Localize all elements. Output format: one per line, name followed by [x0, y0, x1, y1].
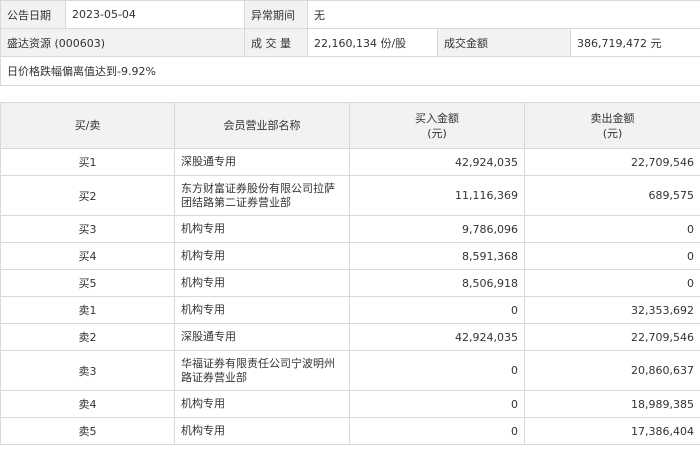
table-row: 买4 机构专用 8,591,368 0	[0, 242, 700, 270]
info-row-stock: 盛达资源 (000603) 成 交 量 22,160,134 份/股 成交金额 …	[0, 28, 700, 57]
row-buy-amount: 0	[349, 350, 525, 391]
row-sell-amount: 0	[524, 242, 700, 270]
row-dept: 东方财富证券股份有限公司拉萨团结路第二证券营业部	[174, 175, 350, 216]
row-dept: 机构专用	[174, 296, 350, 324]
row-sell-amount: 20,860,637	[524, 350, 700, 391]
header-dept: 会员营业部名称	[174, 102, 350, 149]
row-sell-amount: 0	[524, 215, 700, 243]
header-sell-unit: (元)	[602, 126, 623, 140]
row-dept: 机构专用	[174, 390, 350, 418]
header-buy: 买入金额 (元)	[349, 102, 525, 149]
date-value: 2023-05-04	[65, 0, 245, 29]
date-label: 公告日期	[0, 0, 66, 29]
row-dept: 机构专用	[174, 215, 350, 243]
row-sell-amount: 17,386,404	[524, 417, 700, 445]
row-side: 买1	[0, 148, 175, 176]
row-sell-amount: 22,709,546	[524, 323, 700, 351]
row-buy-amount: 8,506,918	[349, 269, 525, 297]
announcement-info-table: 公告日期 2023-05-04 异常期间 无 盛达资源 (000603) 成 交…	[0, 0, 700, 86]
row-dept: 深股通专用	[174, 323, 350, 351]
table-row: 买5 机构专用 8,506,918 0	[0, 269, 700, 297]
reason-text: 日价格跌幅偏离值达到-9.92%	[0, 56, 700, 86]
row-sell-amount: 0	[524, 269, 700, 297]
row-buy-amount: 9,786,096	[349, 215, 525, 243]
table-row: 卖2 深股通专用 42,924,035 22,709,546	[0, 323, 700, 351]
volume-value: 22,160,134 份/股	[307, 28, 438, 57]
row-side: 买4	[0, 242, 175, 270]
row-side: 卖2	[0, 323, 175, 351]
row-sell-amount: 18,989,385	[524, 390, 700, 418]
row-dept: 华福证券有限责任公司宁波明州路证券营业部	[174, 350, 350, 391]
row-side: 买2	[0, 175, 175, 216]
row-buy-amount: 0	[349, 296, 525, 324]
row-sell-amount: 32,353,692	[524, 296, 700, 324]
table-row: 买2 东方财富证券股份有限公司拉萨团结路第二证券营业部 11,116,369 6…	[0, 175, 700, 216]
row-side: 卖4	[0, 390, 175, 418]
row-buy-amount: 0	[349, 417, 525, 445]
row-side: 卖5	[0, 417, 175, 445]
row-buy-amount: 42,924,035	[349, 148, 525, 176]
row-side: 卖3	[0, 350, 175, 391]
amount-value: 386,719,472 元	[570, 28, 700, 57]
header-buy-unit: (元)	[427, 126, 447, 140]
row-dept: 机构专用	[174, 242, 350, 270]
row-side: 卖1	[0, 296, 175, 324]
row-sell-amount: 689,575	[524, 175, 700, 216]
row-sell-amount: 22,709,546	[524, 148, 700, 176]
table-row: 买3 机构专用 9,786,096 0	[0, 215, 700, 243]
row-buy-amount: 11,116,369	[349, 175, 525, 216]
row-dept: 机构专用	[174, 269, 350, 297]
table-row: 卖4 机构专用 0 18,989,385	[0, 390, 700, 418]
row-side: 买3	[0, 215, 175, 243]
row-dept: 深股通专用	[174, 148, 350, 176]
row-dept: 机构专用	[174, 417, 350, 445]
table-row: 卖5 机构专用 0 17,386,404	[0, 417, 700, 445]
row-buy-amount: 0	[349, 390, 525, 418]
table-row: 买1 深股通专用 42,924,035 22,709,546	[0, 148, 700, 176]
header-sell-title: 卖出金额	[590, 111, 635, 125]
header-sell: 卖出金额 (元)	[524, 102, 700, 149]
info-row-reason: 日价格跌幅偏离值达到-9.92%	[0, 56, 700, 86]
stock-name: 盛达资源 (000603)	[0, 28, 245, 57]
info-row-date: 公告日期 2023-05-04 异常期间 无	[0, 0, 700, 29]
row-buy-amount: 42,924,035	[349, 323, 525, 351]
period-label: 异常期间	[244, 0, 308, 29]
period-value: 无	[307, 0, 700, 29]
row-buy-amount: 8,591,368	[349, 242, 525, 270]
header-buy-title: 买入金额	[415, 111, 459, 125]
amount-label: 成交金额	[437, 28, 571, 57]
table-header-row: 买/卖 会员营业部名称 买入金额 (元) 卖出金额 (元)	[0, 102, 700, 149]
trading-detail-table: 买/卖 会员营业部名称 买入金额 (元) 卖出金额 (元) 买1 深股通专用 42,…	[0, 102, 700, 445]
table-row: 卖3 华福证券有限责任公司宁波明州路证券营业部 0 20,860,637	[0, 350, 700, 391]
header-side: 买/卖	[0, 102, 175, 149]
volume-label: 成 交 量	[244, 28, 308, 57]
row-side: 买5	[0, 269, 175, 297]
table-row: 卖1 机构专用 0 32,353,692	[0, 296, 700, 324]
